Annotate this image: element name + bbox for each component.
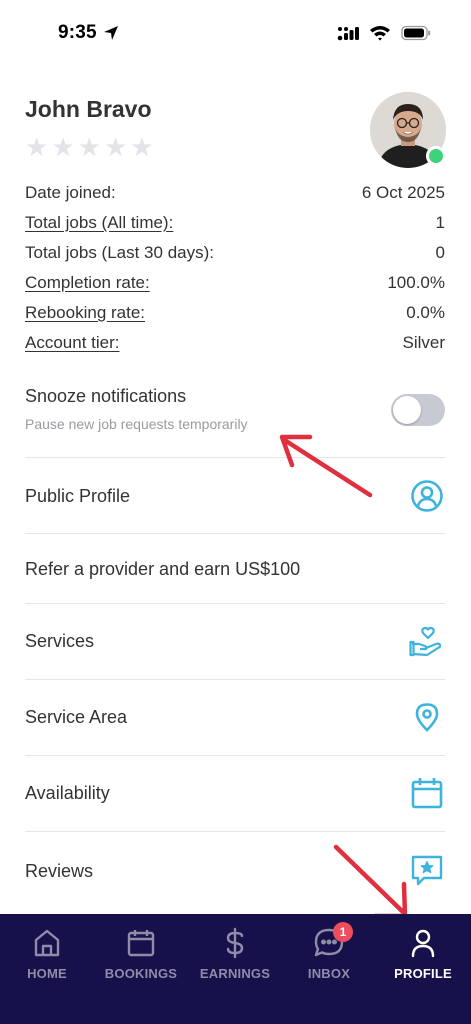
nav-label: INBOX: [307, 966, 351, 981]
stat-row-account-tier: Account tier: Silver: [25, 328, 445, 358]
nav-label: HOME: [27, 966, 67, 981]
user-circle-icon: [409, 478, 445, 514]
location-arrow-icon: [103, 25, 119, 46]
dollar-icon: [188, 926, 282, 960]
snooze-notifications-row: Snooze notifications Pause new job reque…: [25, 386, 445, 456]
calendar-icon: [94, 926, 188, 960]
profile-stats: Date joined: 6 Oct 2025 Total jobs (All …: [25, 178, 445, 358]
nav-earnings[interactable]: EARNINGS: [188, 926, 282, 981]
divider: [25, 457, 445, 458]
toggle-knob: [393, 396, 421, 424]
calendar-icon: [409, 775, 445, 811]
profile-header: John Bravo ★ ★ ★ ★ ★: [25, 92, 446, 172]
divider: [25, 755, 445, 756]
stat-row-rebooking-rate: Rebooking rate: 0.0%: [25, 298, 445, 328]
cellular-signal-icon: [337, 25, 359, 46]
divider: [25, 831, 445, 832]
profile-name: John Bravo: [25, 96, 152, 122]
hand-heart-icon: [409, 623, 445, 659]
stat-value: Silver: [402, 333, 445, 352]
wifi-icon: [369, 25, 391, 46]
menu-label: Availability: [25, 782, 110, 803]
stat-label-link[interactable]: Rebooking rate:: [25, 303, 145, 323]
user-icon: [376, 926, 470, 960]
stat-row-date-joined: Date joined: 6 Oct 2025: [25, 178, 445, 208]
divider: [25, 603, 445, 604]
divider: [25, 533, 445, 534]
stat-label-link[interactable]: Completion rate:: [25, 273, 150, 293]
stat-value: 1: [435, 213, 445, 232]
status-bar: 9:35: [0, 0, 471, 70]
inbox-badge: 1: [333, 922, 353, 942]
nav-bookings[interactable]: BOOKINGS: [94, 926, 188, 981]
star-icon: ★: [77, 132, 101, 162]
menu-label: Reviews: [25, 860, 94, 881]
snooze-toggle[interactable]: [391, 394, 445, 426]
menu-item-services[interactable]: Services: [25, 611, 445, 671]
nav-label: BOOKINGS: [104, 966, 178, 981]
menu-item-service-area[interactable]: Service Area: [25, 687, 445, 747]
stat-value: 0: [435, 243, 445, 262]
menu-item-public-profile[interactable]: Public Profile: [25, 466, 445, 526]
menu-label: Refer a provider and earn US$100: [25, 558, 301, 579]
stat-value: 100.0%: [387, 273, 445, 292]
home-icon: [0, 926, 94, 960]
nav-label: EARNINGS: [199, 966, 271, 981]
stat-row-total-jobs-all-time: Total jobs (All time): 1: [25, 208, 445, 238]
online-status-dot: [426, 146, 446, 166]
rating-stars: ★ ★ ★ ★ ★: [25, 134, 154, 160]
stat-label: Date joined:: [25, 183, 116, 202]
chat-bubble-icon: 1: [282, 922, 376, 960]
nav-label: PROFILE: [394, 966, 452, 981]
stat-row-completion-rate: Completion rate: 100.0%: [25, 268, 445, 298]
battery-icon: [401, 25, 431, 46]
map-pin-icon: [409, 699, 445, 735]
nav-profile[interactable]: PROFILE: [376, 926, 470, 981]
stat-value: 0.0%: [406, 303, 445, 322]
menu-label: Public Profile: [25, 485, 131, 506]
status-indicators: [337, 25, 431, 46]
menu-label: Services: [25, 630, 95, 651]
stat-label-link[interactable]: Account tier:: [25, 333, 120, 353]
status-time: 9:35: [58, 22, 97, 43]
divider: [25, 679, 445, 680]
stat-label: Total jobs (Last 30 days):: [25, 243, 214, 262]
stat-value: 6 Oct 2025: [361, 183, 445, 202]
snooze-subtitle: Pause new job requests temporarily: [25, 416, 248, 432]
menu-label: Service Area: [25, 706, 128, 727]
menu-item-reviews[interactable]: Reviews: [25, 841, 445, 901]
star-icon: ★: [130, 132, 154, 162]
review-star-icon: [409, 853, 445, 889]
menu-item-availability[interactable]: Availability: [25, 763, 445, 823]
star-icon: ★: [25, 132, 49, 162]
nav-inbox[interactable]: 1 INBOX: [282, 922, 376, 981]
snooze-title: Snooze notifications: [25, 386, 187, 406]
nav-home[interactable]: HOME: [0, 926, 94, 981]
star-icon: ★: [51, 132, 75, 162]
bottom-nav: HOME BOOKINGS EARNINGS 1 INBOX PROFILE: [0, 914, 471, 1024]
star-icon: ★: [103, 132, 128, 162]
stat-label-link[interactable]: Total jobs (All time):: [25, 213, 173, 233]
stat-row-total-jobs-30-days: Total jobs (Last 30 days): 0: [25, 238, 445, 268]
menu-item-refer-provider[interactable]: Refer a provider and earn US$100: [25, 539, 445, 599]
